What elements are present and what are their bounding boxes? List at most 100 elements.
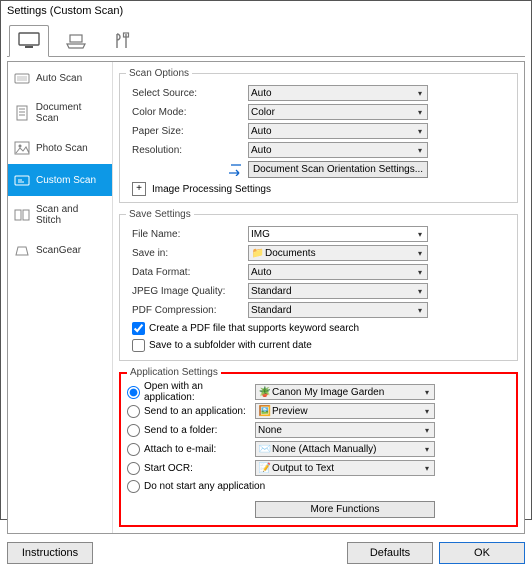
attach-to-email-value: None (Attach Manually)	[272, 444, 377, 455]
sidebar-item-label: Scan and Stitch	[36, 204, 106, 226]
chevron-down-icon: ▾	[421, 423, 433, 437]
main-panel: Scan Options Select Source: Auto ▾ Color …	[113, 62, 524, 533]
mode-toolbar	[7, 23, 525, 57]
open-with-application-dropdown[interactable]: 🪴Canon My Image Garden▾	[255, 384, 435, 400]
document-scan-icon	[14, 105, 30, 121]
do-not-start-radio[interactable]	[127, 480, 140, 493]
start-ocr-dropdown[interactable]: 📝Output to Text ▾	[255, 460, 435, 476]
orientation-icon	[226, 162, 244, 176]
chevron-down-icon: ▾	[414, 143, 426, 157]
content-area: Auto Scan Document Scan Photo Scan Custo…	[7, 61, 525, 534]
file-name-value: IMG	[251, 229, 270, 240]
open-with-application-radio[interactable]	[127, 386, 140, 399]
defaults-button[interactable]: Defaults	[347, 542, 433, 564]
radio-label: Do not start any application	[144, 481, 265, 492]
footer-bar: Instructions Defaults OK	[7, 538, 525, 564]
sidebar-item-scan-and-stitch[interactable]: Scan and Stitch	[8, 196, 112, 234]
checkbox-label: Save to a subfolder with current date	[149, 340, 312, 351]
radio-label: Open with an application:	[144, 381, 255, 403]
paper-size-label: Paper Size:	[126, 126, 248, 137]
color-mode-dropdown[interactable]: Color▾	[248, 104, 428, 120]
sidebar-item-label: Auto Scan	[36, 73, 82, 84]
attach-to-email-radio[interactable]	[127, 443, 140, 456]
save-in-value: Documents	[265, 248, 316, 259]
sidebar-item-auto-scan[interactable]: Auto Scan	[8, 62, 112, 94]
file-name-field[interactable]: IMG▾	[248, 226, 428, 242]
pdf-compression-dropdown[interactable]: Standard▾	[248, 302, 428, 318]
color-mode-label: Color Mode:	[126, 107, 248, 118]
chevron-down-icon: ▾	[414, 265, 426, 279]
chevron-down-icon: ▾	[414, 105, 426, 119]
data-format-dropdown[interactable]: Auto ▾	[248, 264, 428, 280]
app-icon: 🪴	[258, 387, 272, 398]
start-ocr-value: Output to Text	[272, 463, 334, 474]
mode-tab-general[interactable]	[103, 26, 141, 56]
subfolder-date-checkbox[interactable]	[132, 339, 145, 352]
orientation-settings-button[interactable]: Document Scan Orientation Settings...	[248, 161, 428, 178]
more-functions-button[interactable]: More Functions	[255, 501, 435, 518]
instructions-button[interactable]: Instructions	[7, 542, 93, 564]
save-in-dropdown[interactable]: 📁Documents▾	[248, 245, 428, 261]
group-legend: Scan Options	[126, 68, 192, 79]
sidebar-item-photo-scan[interactable]: Photo Scan	[8, 132, 112, 164]
text-icon: 📝	[258, 463, 272, 474]
jpeg-quality-dropdown[interactable]: Standard▾	[248, 283, 428, 299]
sidebar-item-label: Photo Scan	[36, 143, 88, 154]
photo-scan-icon	[14, 140, 30, 156]
window-body: Auto Scan Document Scan Photo Scan Custo…	[1, 21, 531, 570]
expander-label: Image Processing Settings	[152, 184, 271, 195]
jpeg-quality-value: Standard	[251, 286, 292, 297]
mode-tab-scan-from-computer[interactable]	[9, 25, 49, 57]
chevron-down-icon: ▾	[421, 461, 433, 475]
chevron-down-icon: ▾	[421, 404, 433, 418]
file-name-label: File Name:	[126, 229, 248, 240]
select-source-dropdown[interactable]: Auto ▾	[248, 85, 428, 101]
select-source-value: Auto	[251, 88, 272, 99]
send-to-application-radio[interactable]	[127, 405, 140, 418]
resolution-dropdown[interactable]: Auto ▾	[248, 142, 428, 158]
ok-button[interactable]: OK	[439, 542, 525, 564]
pdf-compression-label: PDF Compression:	[126, 305, 248, 316]
monitor-icon	[17, 32, 41, 50]
auto-scan-icon	[14, 70, 30, 86]
save-in-label: Save in:	[126, 248, 248, 259]
save-settings-group: Save Settings File Name: IMG▾ Save in: 📁…	[119, 209, 518, 361]
custom-scan-icon	[14, 172, 30, 188]
chevron-down-icon: ▾	[414, 124, 426, 138]
sidebar-item-label: Custom Scan	[36, 175, 96, 186]
sidebar-item-label: Document Scan	[36, 102, 106, 124]
sidebar-item-document-scan[interactable]: Document Scan	[8, 94, 112, 132]
send-to-folder-radio[interactable]	[127, 424, 140, 437]
image-processing-expander[interactable]: + Image Processing Settings	[132, 182, 511, 196]
send-to-application-dropdown[interactable]: 🖼️Preview ▾	[255, 403, 435, 419]
chevron-down-icon: ▾	[421, 442, 433, 456]
window-title: Settings (Custom Scan)	[1, 1, 531, 21]
mode-tab-scan-from-panel[interactable]	[57, 26, 95, 56]
resolution-value: Auto	[251, 145, 272, 156]
send-to-folder-value: None	[258, 425, 282, 436]
attach-to-email-dropdown[interactable]: ✉️None (Attach Manually)▾	[255, 441, 435, 457]
chevron-down-icon: ▾	[421, 385, 433, 399]
folder-icon: 📁	[251, 248, 265, 259]
settings-window: Settings (Custom Scan) Auto Scan D	[0, 0, 532, 520]
scangear-icon	[14, 242, 30, 258]
pdf-keyword-search-checkbox[interactable]	[132, 322, 145, 335]
chevron-down-icon: ▾	[414, 86, 426, 100]
tools-icon	[111, 32, 133, 50]
send-to-application-value: Preview	[272, 406, 308, 417]
radio-label: Send to a folder:	[144, 425, 217, 436]
send-to-folder-dropdown[interactable]: None ▾	[255, 422, 435, 438]
sidebar-item-custom-scan[interactable]: Custom Scan	[8, 164, 112, 196]
stitch-icon	[14, 207, 30, 223]
scanner-icon	[64, 32, 88, 50]
select-source-label: Select Source:	[126, 88, 248, 99]
data-format-value: Auto	[251, 267, 272, 278]
checkbox-label: Create a PDF file that supports keyword …	[149, 323, 359, 334]
radio-label: Attach to e-mail:	[144, 444, 216, 455]
sidebar-item-scangear[interactable]: ScanGear	[8, 234, 112, 266]
jpeg-quality-label: JPEG Image Quality:	[126, 286, 248, 297]
paper-size-dropdown[interactable]: Auto▾	[248, 123, 428, 139]
start-ocr-radio[interactable]	[127, 462, 140, 475]
scan-options-group: Scan Options Select Source: Auto ▾ Color …	[119, 68, 518, 203]
preview-icon: 🖼️	[258, 406, 272, 417]
